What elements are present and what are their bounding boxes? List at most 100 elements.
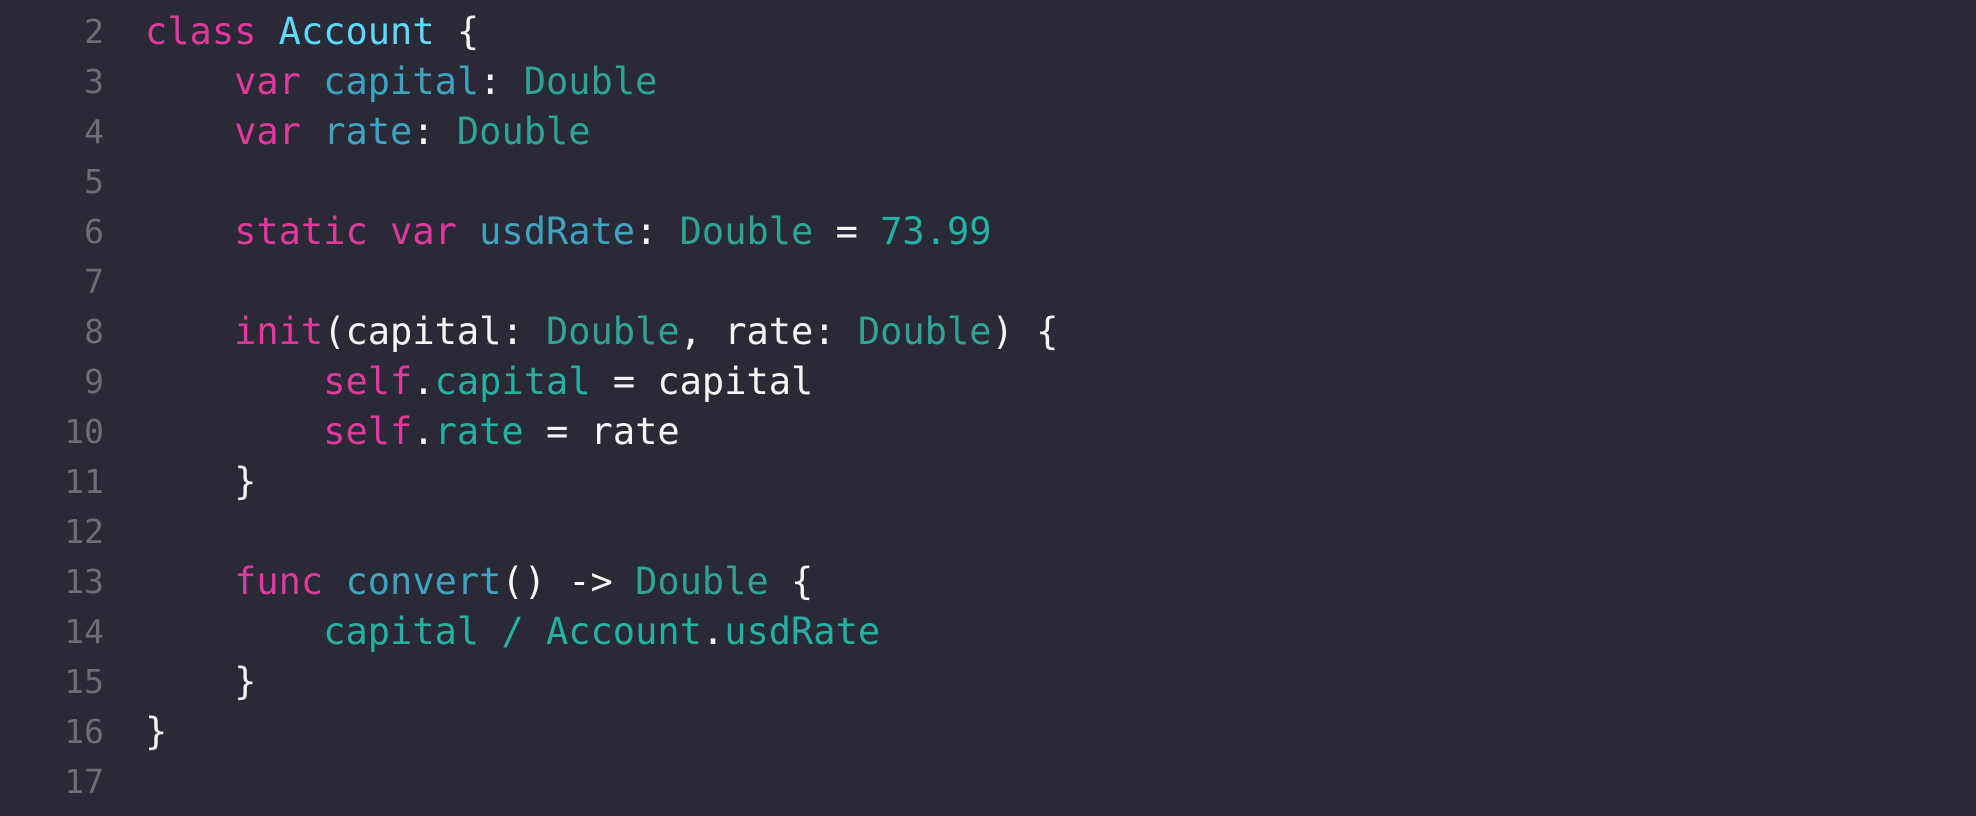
code-text: var capital: Double xyxy=(145,57,657,107)
code-line[interactable]: 11 } xyxy=(0,457,1976,507)
line-number: 3 xyxy=(84,62,104,101)
code-token: : xyxy=(479,60,524,103)
code-text: self.capital = capital xyxy=(145,357,813,407)
code-token: , rate: xyxy=(679,310,858,353)
code-token: : xyxy=(412,110,457,153)
code-text: func convert() -> Double { xyxy=(145,557,813,607)
code-token: var xyxy=(234,60,301,103)
line-number: 16 xyxy=(64,712,104,751)
line-number: 12 xyxy=(64,512,104,551)
code-token: self xyxy=(323,410,413,453)
code-text: static var usdRate: Double = 73.99 xyxy=(145,207,992,257)
line-number: 14 xyxy=(64,612,104,651)
code-token: ) { xyxy=(991,310,1059,353)
code-line[interactable]: 15 } xyxy=(0,657,1976,707)
line-number: 15 xyxy=(64,662,104,701)
code-line[interactable]: 17 xyxy=(0,757,1976,807)
code-token: Double xyxy=(545,310,680,353)
code-line[interactable]: 12 xyxy=(0,507,1976,557)
code-line[interactable]: 5 xyxy=(0,157,1976,207)
line-number: 7 xyxy=(84,262,104,301)
line-number: 6 xyxy=(84,212,104,251)
line-number: 4 xyxy=(84,112,104,151)
code-line[interactable]: 10 self.rate = rate xyxy=(0,407,1976,457)
code-line[interactable]: 14 capital / Account.usdRate xyxy=(0,607,1976,657)
code-token: rate xyxy=(323,110,413,153)
code-token: } xyxy=(145,660,257,703)
line-number: 8 xyxy=(84,312,104,351)
code-token: capital / Account xyxy=(323,610,702,653)
code-token: Double xyxy=(523,60,658,103)
code-token: Account xyxy=(278,10,435,53)
code-token: var xyxy=(390,210,457,253)
code-text: var rate: Double xyxy=(145,107,591,157)
line-number: 11 xyxy=(64,462,104,501)
code-token: () -> xyxy=(501,560,636,603)
code-token: . xyxy=(701,610,725,653)
code-token: rate xyxy=(434,410,524,453)
code-token: } xyxy=(145,460,257,503)
code-token: var xyxy=(234,110,301,153)
code-token: convert xyxy=(345,560,502,603)
code-token: static xyxy=(234,210,368,253)
code-line[interactable]: 4 var rate: Double xyxy=(0,107,1976,157)
code-text: } xyxy=(145,707,167,757)
code-token: self xyxy=(323,360,413,403)
code-text: class Account { xyxy=(145,7,479,57)
line-number: 10 xyxy=(64,412,104,451)
code-token: Double xyxy=(857,310,992,353)
code-token: . xyxy=(412,360,435,403)
line-number: 17 xyxy=(64,762,104,801)
code-token: = capital xyxy=(590,360,814,403)
line-number: 13 xyxy=(64,562,104,601)
code-token: } xyxy=(145,710,168,753)
line-number: 2 xyxy=(84,12,104,51)
code-editor[interactable]: 2 class Account {3 var capital: Double 4 v… xyxy=(0,0,1976,816)
code-token: : xyxy=(635,210,680,253)
code-line[interactable]: 3 var capital: Double xyxy=(0,57,1976,107)
code-line[interactable]: 7 xyxy=(0,257,1976,307)
code-line[interactable]: 16} xyxy=(0,707,1976,757)
code-text: capital / Account.usdRate xyxy=(145,607,880,657)
code-token: usdRate xyxy=(479,210,636,253)
code-text: self.rate = rate xyxy=(145,407,680,457)
code-line[interactable]: 13 func convert() -> Double { xyxy=(0,557,1976,607)
code-token: . xyxy=(412,410,435,453)
code-token: = xyxy=(813,210,881,253)
code-token: usdRate xyxy=(724,610,881,653)
code-line[interactable]: 9 self.capital = capital xyxy=(0,357,1976,407)
code-token: class xyxy=(145,10,257,53)
code-token: init xyxy=(234,310,324,353)
code-text: } xyxy=(145,457,256,507)
code-token: { xyxy=(434,10,480,53)
code-token: { xyxy=(768,560,814,603)
code-line[interactable]: 2 class Account { xyxy=(0,7,1976,57)
code-token: = rate xyxy=(523,410,680,453)
code-token: (capital: xyxy=(323,310,546,353)
code-line[interactable]: 8 init(capital: Double, rate: Double) { xyxy=(0,307,1976,357)
code-token: capital xyxy=(323,60,480,103)
line-number: 5 xyxy=(84,162,104,201)
code-token: capital xyxy=(434,360,591,403)
line-number: 9 xyxy=(84,362,104,401)
code-token: Double xyxy=(679,210,814,253)
code-token: 73.99 xyxy=(880,210,992,253)
code-line[interactable]: 6 static var usdRate: Double = 73.99 xyxy=(0,207,1976,257)
code-token: Double xyxy=(456,110,591,153)
code-text: } xyxy=(145,657,256,707)
code-text: init(capital: Double, rate: Double) { xyxy=(145,307,1058,357)
code-token: func xyxy=(234,560,324,603)
